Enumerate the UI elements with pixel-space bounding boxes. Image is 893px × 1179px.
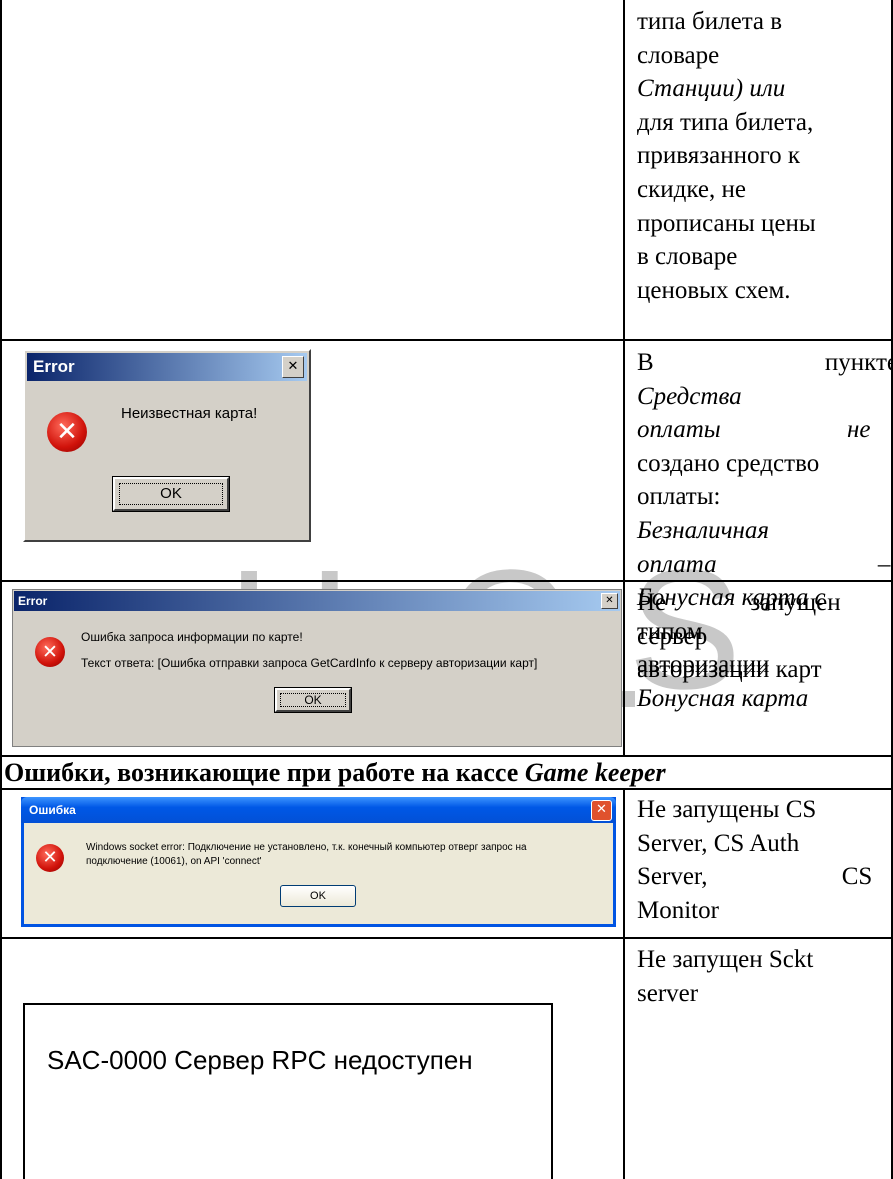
row5-description: Не запущен Sckt server bbox=[637, 943, 882, 1010]
dialog-message: Неизвестная карта! bbox=[121, 405, 258, 422]
focus-rect bbox=[119, 483, 223, 505]
error-icon: ✕ bbox=[47, 412, 87, 452]
error-dialog-unknown-card: Error ✕ ✕ Неизвестная карта! OK bbox=[23, 349, 311, 542]
text-line: Средства bbox=[637, 382, 742, 410]
rpc-error-message: SAC-0000 Сервер RPC недоступен bbox=[47, 1045, 473, 1075]
text-line: Monitor bbox=[637, 896, 719, 924]
text-line: привязанного к bbox=[637, 142, 800, 170]
text-line: в словаре bbox=[637, 243, 738, 271]
dialog-title-bar: Error ✕ bbox=[27, 353, 307, 381]
text-line: оплата – bbox=[637, 550, 891, 578]
text-line: словаре bbox=[637, 41, 720, 69]
text-line: прописаны цены bbox=[637, 209, 816, 237]
ok-button[interactable]: OK bbox=[274, 687, 352, 713]
section-heading: Ошибки, возникающие при работе на кассе … bbox=[4, 757, 666, 789]
text-line: ценовых схем. bbox=[637, 276, 791, 304]
text-line: сервер bbox=[637, 622, 708, 650]
text-line: Server, CS bbox=[637, 863, 873, 891]
section-heading-italic: Game keeper bbox=[524, 758, 666, 787]
text-line: Не запущены CS bbox=[637, 796, 817, 823]
text-line: server bbox=[637, 979, 699, 1007]
dialog-title-bar: Ошибка ✕ bbox=[21, 797, 616, 823]
dialog-title: Ошибка bbox=[29, 803, 76, 817]
row1-description: типа билета в словаре Станции) или для т… bbox=[637, 5, 882, 307]
error-icon: ✕ bbox=[35, 637, 65, 667]
text-line: В пункте bbox=[637, 349, 893, 376]
text-line: для типа билета, bbox=[637, 108, 814, 136]
focus-rect bbox=[280, 693, 346, 707]
dialog-title: Error bbox=[18, 594, 48, 608]
dialog-message: Ошибка запроса информации по карте! bbox=[81, 630, 303, 644]
close-icon[interactable]: ✕ bbox=[282, 356, 304, 378]
text-line: Бонусная карта bbox=[637, 684, 809, 712]
ok-button[interactable]: OK bbox=[112, 476, 230, 512]
text-line: Server, CS Auth bbox=[637, 829, 800, 857]
dialog-message: Windows socket error: Подключение не уст… bbox=[86, 842, 527, 853]
text-line: Безналичная bbox=[637, 516, 770, 544]
row3-description: Не запущен сервер авторизации карт bbox=[637, 586, 882, 687]
error-dialog-socket: Ошибка ✕ ✕ Windows socket error: Подключ… bbox=[21, 797, 616, 927]
text-line: оплаты не bbox=[637, 416, 871, 444]
ok-button[interactable]: OK bbox=[280, 885, 356, 907]
error-dialog-card-info: Error ✕ ✕ Ошибка запроса информации по к… bbox=[12, 589, 622, 747]
dialog-message-cont: подключение (10061), on API 'connect' bbox=[86, 856, 262, 867]
row-divider bbox=[0, 339, 893, 341]
table-column-divider bbox=[623, 0, 625, 755]
text-line: Не запущен bbox=[637, 589, 841, 616]
dialog-title: Error bbox=[33, 357, 75, 376]
text-line: оплаты: bbox=[637, 483, 721, 511]
error-icon: ✕ bbox=[36, 844, 64, 872]
text-line: Не запущен Sckt bbox=[637, 946, 814, 973]
rpc-error-panel: SAC-0000 Сервер RPC недоступен bbox=[23, 1003, 553, 1179]
close-icon[interactable]: ✕ bbox=[601, 593, 618, 609]
text-line: авторизации карт bbox=[637, 656, 822, 684]
text-line: создано средство bbox=[637, 449, 820, 477]
text-line: Станции) или bbox=[637, 75, 786, 103]
table-border-left bbox=[0, 0, 2, 1179]
table-column-divider bbox=[623, 789, 625, 1179]
row4-description: Не запущены CS Server, CS Auth Server, C… bbox=[637, 793, 882, 927]
document-page: U C S типа билета в словаре Станции) или… bbox=[0, 0, 893, 1179]
text-line: скидке, не bbox=[637, 175, 746, 203]
section-heading-prefix: Ошибки, возникающие при работе на кассе bbox=[4, 758, 525, 787]
dialog-title-bar: Error ✕ bbox=[14, 591, 620, 611]
text-line: типа билета в bbox=[637, 8, 783, 35]
close-icon[interactable]: ✕ bbox=[591, 800, 612, 821]
row-divider bbox=[0, 937, 893, 939]
dialog-response-text: Текст ответа: [Ошибка отправки запроса G… bbox=[81, 656, 538, 670]
